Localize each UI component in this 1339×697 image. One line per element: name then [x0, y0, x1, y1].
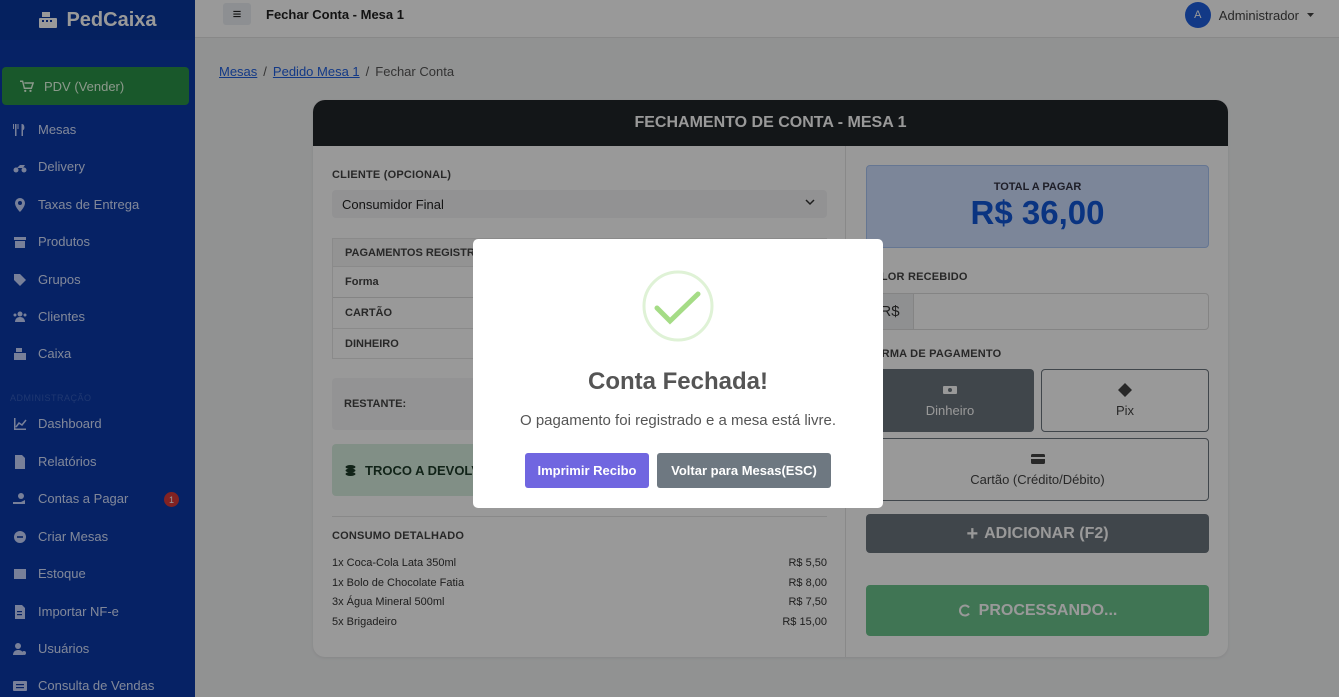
- print-receipt-button[interactable]: Imprimir Recibo: [525, 453, 649, 488]
- modal-title: Conta Fechada!: [587, 368, 769, 395]
- success-check-icon: [642, 270, 714, 342]
- back-to-tables-button[interactable]: Voltar para Mesas(ESC): [657, 453, 831, 488]
- success-modal: Conta Fechada! O pagamento foi registrad…: [473, 239, 883, 508]
- modal-message: O pagamento foi registrado e a mesa está…: [520, 412, 836, 429]
